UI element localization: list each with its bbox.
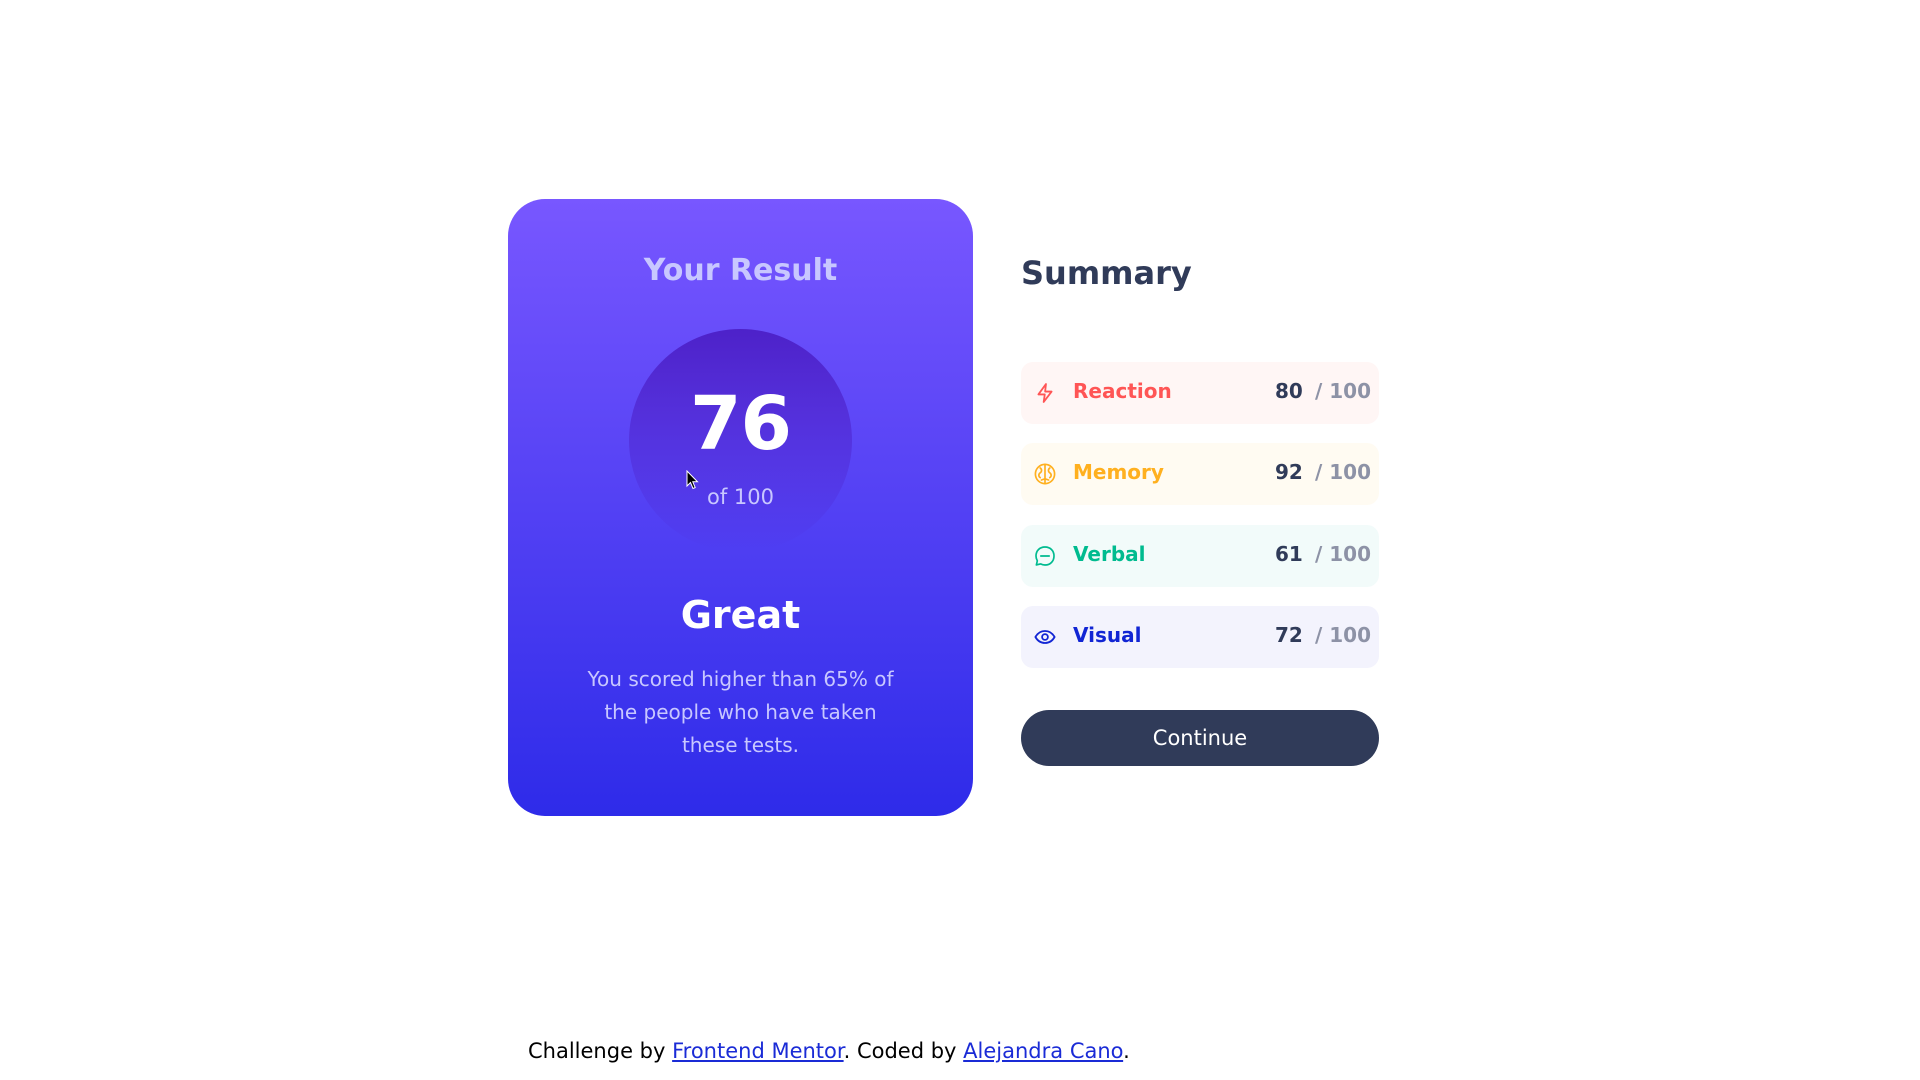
frontend-mentor-link[interactable]: Frontend Mentor: [672, 1039, 844, 1063]
brain-icon: [1033, 462, 1057, 486]
summary-item-score: 92: [1275, 460, 1303, 484]
attribution-footer: Challenge by Frontend Mentor. Coded by A…: [528, 1039, 1130, 1063]
author-link[interactable]: Alejandra Cano: [963, 1039, 1123, 1063]
rating-label: Great: [680, 593, 801, 637]
summary-item-score: 72: [1275, 623, 1303, 647]
score-value: 76: [690, 381, 792, 467]
result-title: Your Result: [643, 253, 838, 288]
summary-item-outof: / 100: [1315, 379, 1372, 403]
summary-item-memory: Memory 92 / 100: [1021, 443, 1379, 505]
score-circle: 76 of 100: [629, 329, 852, 552]
summary-title: Summary: [1021, 254, 1192, 292]
footer-suffix: .: [1123, 1039, 1130, 1063]
eye-icon: [1033, 625, 1057, 649]
summary-item-reaction: Reaction 80 / 100: [1021, 362, 1379, 424]
summary-item-label: Memory: [1073, 460, 1164, 484]
summary-item-label: Reaction: [1073, 379, 1172, 403]
summary-item-label: Verbal: [1073, 542, 1146, 566]
summary-item-outof: / 100: [1315, 623, 1372, 647]
summary-item-score: 61: [1275, 542, 1303, 566]
summary-item-outof: / 100: [1315, 542, 1372, 566]
page: Your Result 76 of 100 Great You scored h…: [0, 0, 1920, 1080]
summary-item-score: 80: [1275, 379, 1303, 403]
score-of-label: of 100: [707, 485, 774, 509]
speech-bubble-icon: [1033, 544, 1057, 568]
lightning-icon: [1033, 381, 1057, 405]
result-card: Your Result 76 of 100 Great You scored h…: [508, 199, 973, 816]
summary-item-verbal: Verbal 61 / 100: [1021, 525, 1379, 587]
footer-prefix: Challenge by: [528, 1039, 673, 1063]
footer-middle: . Coded by: [843, 1039, 964, 1063]
mouse-cursor-icon: [686, 469, 700, 490]
summary-item-label: Visual: [1073, 623, 1142, 647]
continue-button[interactable]: Continue: [1021, 710, 1379, 766]
result-message: You scored higher than 65% of the people…: [587, 667, 894, 757]
summary-item-outof: / 100: [1315, 460, 1372, 484]
summary-item-visual: Visual 72 / 100: [1021, 606, 1379, 668]
